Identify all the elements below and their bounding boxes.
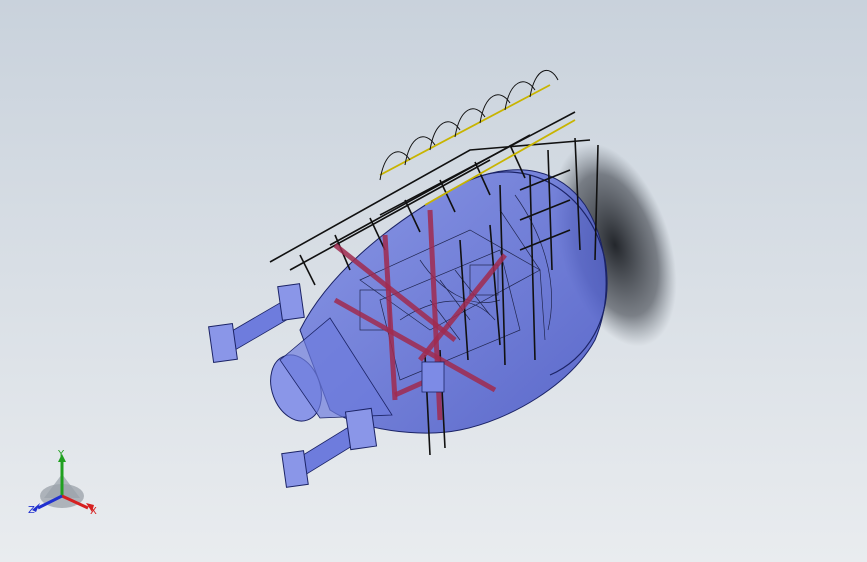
triad-graphic — [32, 454, 94, 512]
model-scene[interactable] — [0, 0, 867, 562]
y-axis-label: Y — [58, 449, 65, 460]
z-axis-label: Z — [28, 505, 35, 516]
x-axis-label: X — [90, 506, 97, 517]
graphics-viewport[interactable]: X Y Z — [0, 0, 867, 562]
side-port[interactable] — [421, 361, 445, 393]
axis-triad[interactable]: X Y Z — [22, 446, 112, 526]
